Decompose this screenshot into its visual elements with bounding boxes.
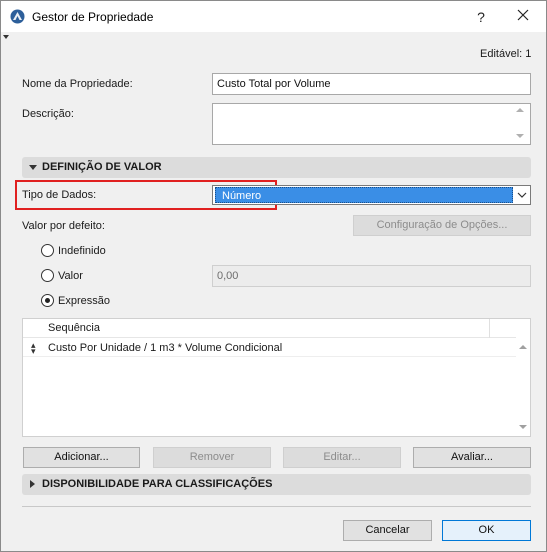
ok-button[interactable]: OK <box>442 520 531 541</box>
property-manager-dialog: Gestor de Propriedade ? Editável: 1 Nome… <box>0 0 547 552</box>
options-settings-button[interactable]: Configuração de Opções... <box>353 215 531 236</box>
evaluate-button[interactable]: Avaliar... <box>413 447 531 468</box>
drag-handle-icon[interactable]: ▴ ▾ <box>31 341 36 356</box>
remove-button[interactable]: Remover <box>153 447 271 468</box>
title-bar: Gestor de Propriedade ? <box>1 1 546 32</box>
radio-expression-label: Expressão <box>58 295 110 307</box>
scroll-down-icon[interactable] <box>516 134 524 138</box>
help-button[interactable]: ? <box>471 7 491 27</box>
radio-expression[interactable] <box>41 294 54 307</box>
add-button[interactable]: Adicionar... <box>23 447 140 468</box>
property-name-label: Nome da Propriedade: <box>22 78 133 90</box>
edit-button[interactable]: Editar... <box>283 447 401 468</box>
list-scrollbar[interactable] <box>515 319 530 436</box>
description-label: Descrição: <box>22 108 74 120</box>
window-title: Gestor de Propriedade <box>32 10 154 24</box>
radio-undefined[interactable] <box>41 244 54 257</box>
data-type-label: Tipo de Dados: <box>22 189 97 201</box>
description-scrollbar[interactable] <box>212 103 531 145</box>
sequence-column-header[interactable]: Sequência <box>48 322 100 334</box>
scroll-up-icon[interactable] <box>516 108 524 112</box>
radio-value[interactable] <box>41 269 54 282</box>
archicad-logo-icon <box>10 9 25 24</box>
list-header: Sequência <box>23 319 516 338</box>
expression-text: Custo Por Unidade / 1 m3 * Volume Condic… <box>48 342 283 354</box>
chevron-down-icon <box>517 189 527 201</box>
collapse-marker-icon <box>3 35 9 39</box>
availability-section-header[interactable]: DISPONIBILIDADE PARA CLASSIFICAÇÕES <box>22 474 531 495</box>
value-definition-title: DEFINIÇÃO DE VALOR <box>42 161 162 173</box>
footer-divider <box>22 506 531 507</box>
default-value-label: Valor por defeito: <box>22 220 105 232</box>
availability-title: DISPONIBILIDADE PARA CLASSIFICAÇÕES <box>42 478 273 490</box>
expression-list[interactable]: Sequência ▴ ▾ Custo Por Unidade / 1 m3 * … <box>22 318 531 437</box>
expanded-triangle-icon <box>29 165 37 170</box>
default-value-input[interactable]: 0,00 <box>212 265 531 287</box>
cancel-button[interactable]: Cancelar <box>343 520 432 541</box>
property-name-input[interactable]: Custo Total por Volume <box>212 73 531 95</box>
list-item[interactable]: ▴ ▾ Custo Por Unidade / 1 m3 * Volume Con… <box>23 339 516 357</box>
scroll-up-icon[interactable] <box>519 345 527 349</box>
editable-count: Editável: 1 <box>480 48 532 60</box>
scroll-down-icon[interactable] <box>519 425 527 429</box>
radio-undefined-label: Indefinido <box>58 245 106 257</box>
column-separator[interactable] <box>489 319 490 338</box>
close-icon[interactable] <box>513 7 533 27</box>
collapsed-triangle-icon <box>30 480 35 488</box>
data-type-select[interactable]: Número <box>212 185 531 205</box>
value-definition-section-header[interactable]: DEFINIÇÃO DE VALOR <box>22 157 531 178</box>
data-type-selected-value: Número <box>215 187 513 203</box>
radio-value-label: Valor <box>58 270 83 282</box>
